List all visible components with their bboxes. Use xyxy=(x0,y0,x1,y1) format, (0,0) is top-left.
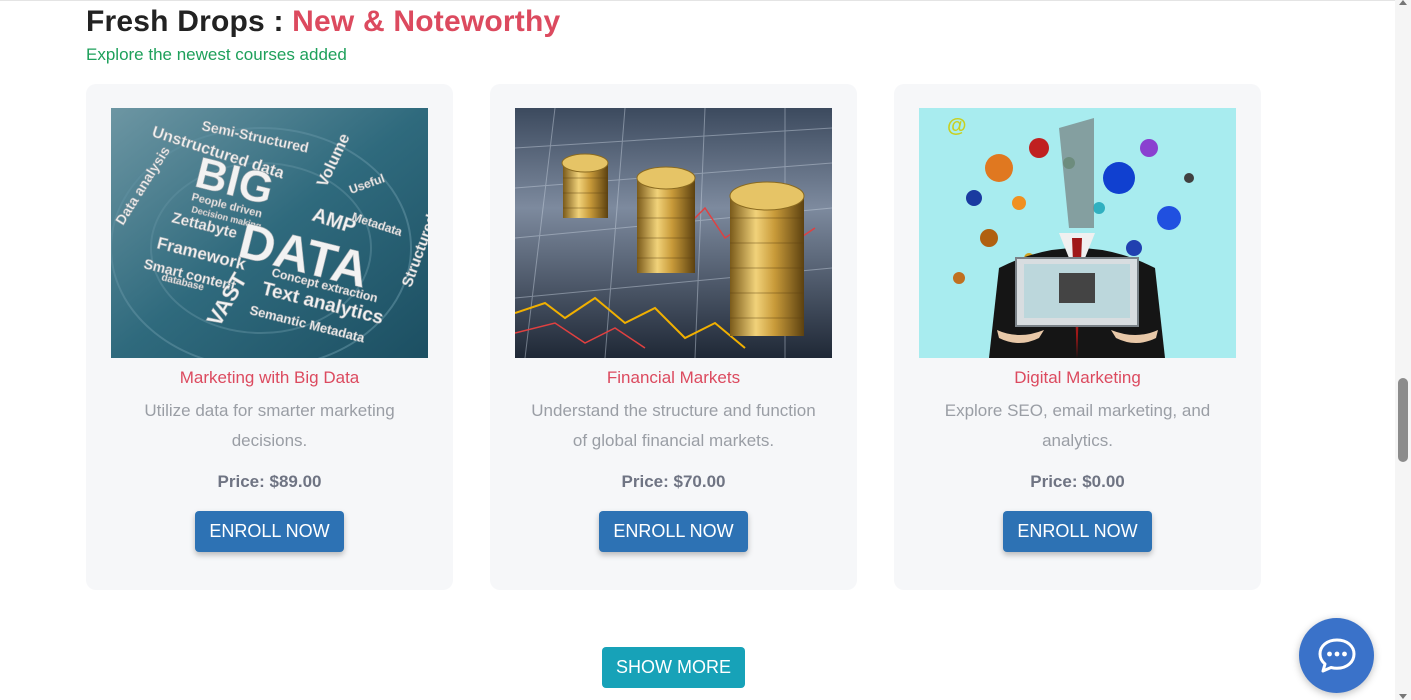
course-title[interactable]: Financial Markets xyxy=(490,368,857,388)
course-card-big-data: Semi-Structured Unstructured data Volume… xyxy=(86,84,453,590)
course-image-digital-marketing[interactable]: @ xyxy=(919,108,1236,358)
course-card-financial-markets: Financial Markets Understand the structu… xyxy=(490,84,857,590)
scroll-up-icon[interactable] xyxy=(1399,0,1407,5)
section-title-accent: New & Noteworthy xyxy=(292,5,561,38)
at-sign-symbol: @ xyxy=(947,115,967,137)
course-price: Price: $89.00 xyxy=(217,472,322,491)
course-description: Explore SEO, email marketing, and analyt… xyxy=(944,401,1211,450)
scrollbar-thumb[interactable] xyxy=(1398,378,1408,462)
course-description: Understand the structure and function of… xyxy=(531,401,816,450)
section-title: Fresh Drops : New & Noteworthy xyxy=(86,5,560,39)
section-subtitle: Explore the newest courses added xyxy=(86,45,347,64)
enroll-now-button[interactable]: ENROLL NOW xyxy=(599,511,748,552)
enroll-now-button[interactable]: ENROLL NOW xyxy=(195,511,344,552)
course-price: Price: $70.00 xyxy=(621,472,726,491)
course-title[interactable]: Digital Marketing xyxy=(894,368,1261,388)
page-scrollbar[interactable] xyxy=(1395,0,1411,700)
show-more-button[interactable]: SHOW MORE xyxy=(602,647,745,688)
businessman-laptop-splash-icon: @ xyxy=(919,108,1236,358)
coin-stacks-chart-icon xyxy=(515,108,832,358)
course-card-digital-marketing: @ Digital Marketing Explore SEO, email m… xyxy=(894,84,1261,590)
course-description: Utilize data for smarter marketing decis… xyxy=(144,401,395,450)
course-price: Price: $0.00 xyxy=(1030,472,1125,491)
chat-bubble-icon xyxy=(1318,638,1356,673)
course-image-big-data[interactable]: Semi-Structured Unstructured data Volume… xyxy=(111,108,428,358)
section-title-prefix: Fresh Drops : xyxy=(86,5,293,38)
big-data-word-cloud-icon: Semi-Structured Unstructured data Volume… xyxy=(111,108,428,358)
scroll-down-icon[interactable] xyxy=(1399,694,1407,699)
top-divider xyxy=(0,0,1395,1)
chat-button[interactable] xyxy=(1299,618,1374,693)
course-title[interactable]: Marketing with Big Data xyxy=(86,368,453,388)
course-image-financial-markets[interactable] xyxy=(515,108,832,358)
enroll-now-button[interactable]: ENROLL NOW xyxy=(1003,511,1152,552)
